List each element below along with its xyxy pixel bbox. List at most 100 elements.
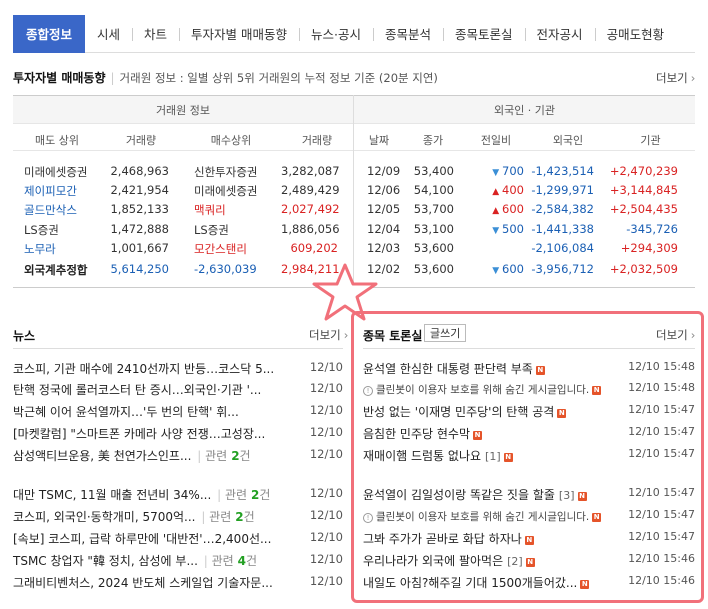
related-count[interactable]: | 관련 2건 [193,449,250,463]
investor-divider [353,95,354,285]
related-count[interactable]: | 관련 4건 [200,554,257,568]
forum-post[interactable]: 내일도 아침?해주길 기대 1500개들어갔... N 12/10 15:46 [363,574,695,594]
broker-buy-name: 신한투자증권 [194,165,258,179]
related-unit: 건 [246,554,258,568]
related-number: 2 [231,449,240,463]
news-item[interactable]: TSMC 창업자 "韓 정치, 삼성에 부... | 관련 4건 12/10 [13,552,343,572]
news-headline-text: 삼성액티브운용, 美 천연가스인프... [13,449,192,463]
tab-0[interactable]: 종합정보 [13,14,86,53]
arrow-up-icon: ▲ [492,187,503,198]
forum-post-title[interactable]: ! 클린봇이 이용자 보호를 위해 숨긴 게시글입니다. N [363,382,602,397]
new-badge-icon: N [535,366,545,375]
forum-post-title[interactable]: 내일도 아침?해주길 기대 1500개들어갔... N [363,574,590,591]
news-headline[interactable]: 박근혜 이어 윤석열까지…'두 번의 탄핵' 휘... [13,403,239,420]
daily-date: 12/09 [367,164,401,178]
news-item[interactable]: 코스피, 외국인·동학개미, 5700억... | 관련 2건 12/10 [13,508,343,528]
news-date: 12/10 [309,508,343,522]
tab-1[interactable]: 시세 [85,15,132,53]
forum-post[interactable]: 재매이햄 드럼통 없나요 [1] N 12/10 15:47 [363,447,695,467]
tab-4[interactable]: 뉴스·공시 [299,15,373,53]
forum-title: 종목 토론실 [363,329,423,343]
tab-5[interactable]: 종목분석 [373,15,443,53]
news-headline[interactable]: [속보] 코스피, 급락 하루만에 '대반전'…2,400선... [13,530,271,547]
daily-foreign: -1,423,514 [531,164,594,178]
news-headline[interactable]: 그래비티벤처스, 2024 반도체 스케일업 기술자문... [13,574,273,591]
forum-post[interactable]: ! 클린봇이 이용자 보호를 위해 숨긴 게시글입니다. N 12/10 15:48 [363,381,695,401]
forum-post[interactable]: 그봐 주가가 곧바로 화답 하자나 N 12/10 15:47 [363,530,695,550]
forum-post-title[interactable]: 그봐 주가가 곧바로 화답 하자나 N [363,530,534,547]
daily-col-header: 기관 [640,134,661,147]
news-headline-text: TSMC 창업자 "韓 정치, 삼성에 부... [13,554,198,568]
news-item[interactable]: 대만 TSMC, 11월 매출 전년비 34%... | 관련 2건 12/10 [13,486,343,506]
forum-post-title-text: 클린봇이 이용자 보호를 위해 숨긴 게시글입니다. [376,384,590,396]
news-item[interactable]: 코스피, 기관 매수에 2410선까지 반등…코스닥 5... 12/10 [13,360,343,380]
forum-post-title-text: 클린봇이 이용자 보호를 위해 숨긴 게시글입니다. [376,511,590,523]
forum-post-title-text: 우리나라가 외국에 팔아먹은 [363,554,504,568]
related-label: 관련 [209,510,232,524]
forum-post-date: 12/10 15:47 [628,508,695,521]
daily-close: 54,100 [413,183,454,198]
news-item[interactable]: 삼성액티브운용, 美 천연가스인프... | 관련 2건 12/10 [13,447,343,467]
forum-post-title[interactable]: 윤석열 한심한 대통령 판단력 부족 N [363,360,545,377]
news-headline[interactable]: 코스피, 외국인·동학개미, 5700억... | 관련 2건 [13,508,255,525]
news-item[interactable]: 그래비티벤처스, 2024 반도체 스케일업 기술자문... 12/10 [13,574,343,594]
news-headline[interactable]: [마켓칼럼] "스마트폰 카메라 사양 전쟁…고성장... [13,425,265,442]
news-item[interactable]: [속보] 코스피, 급락 하루만에 '대반전'…2,400선... 12/10 [13,530,343,550]
tab-3[interactable]: 투자자별 매매동향 [179,15,299,53]
news-date: 12/10 [309,425,343,439]
daily-change-value: 500 [502,221,524,236]
related-count[interactable]: | 관련 2건 [213,488,270,502]
related-count[interactable]: | 관련 2건 [198,510,254,524]
forum-post[interactable]: 윤석열 한심한 대통령 판단력 부족 N 12/10 15:48 [363,360,695,380]
broker-header: 거래원 정보 [155,104,211,117]
forum-post-title[interactable]: 윤석열이 김일성이랑 똑같은 짓을 할줄 [3] N [363,486,587,503]
forum-more-link[interactable]: 더보기 [656,327,695,343]
news-item[interactable]: [마켓칼럼] "스마트폰 카메라 사양 전쟁…고성장... 12/10 [13,425,343,445]
tab-7[interactable]: 전자공시 [524,15,595,53]
news-more-link[interactable]: 더보기 [309,327,348,343]
news-headline[interactable]: 삼성액티브운용, 美 천연가스인프... | 관련 2건 [13,447,251,464]
forum-post-title[interactable]: 반성 없는 '이재명 민주당'의 탄핵 공격 N [363,403,567,420]
related-unit: 건 [239,449,251,463]
daily-col-header: 날짜 [368,134,390,147]
broker-sell-volume: 5,614,250 [110,262,169,276]
broker-sell-name: 미래에셋증권 [24,165,88,179]
broker-sell-volume: 1,001,667 [110,240,169,255]
news-headline[interactable]: 코스피, 기관 매수에 2410선까지 반등…코스닥 5... [13,360,274,377]
forum-post[interactable]: 음침한 민주당 현수막 N 12/10 15:47 [363,425,695,445]
daily-close: 53,100 [413,221,454,236]
daily-change-value: 700 [502,164,524,178]
forum-post[interactable]: 윤석열이 김일성이랑 똑같은 짓을 할줄 [3] N 12/10 15:47 [363,486,695,506]
related-number: 2 [235,510,244,524]
daily-institution: +2,470,239 [609,164,678,178]
tab-8[interactable]: 공매도현황 [594,15,677,53]
forum-post-title[interactable]: 재매이햄 드럼통 없나요 [1] N [363,447,513,464]
related-number: 4 [237,554,247,568]
news-headline[interactable]: 탄핵 정국에 롤러코스터 탄 증시…외국인·기관 '... [13,381,261,398]
forum-post[interactable]: 우리나라가 외국에 팔아먹은 [2] N 12/10 15:46 [363,552,695,572]
daily-foreign: -1,299,971 [531,183,594,198]
news-divider [13,348,343,349]
tab-6[interactable]: 종목토론실 [443,15,525,53]
daily-institution: -345,726 [626,221,678,236]
forum-post-title[interactable]: ! 클린봇이 이용자 보호를 위해 숨긴 게시글입니다. N [363,509,602,524]
daily-institution: +294,309 [620,240,678,255]
news-item[interactable]: 박근혜 이어 윤석열까지…'두 번의 탄핵' 휘... 12/10 [13,403,343,423]
news-date: 12/10 [309,574,343,588]
news-headline-text: 대만 TSMC, 11월 매출 전년비 34%... [13,488,212,502]
broker-sell-volume: 2,421,954 [110,183,169,198]
forum-post-title[interactable]: 음침한 민주당 현수막 N [363,425,482,442]
news-headline[interactable]: TSMC 창업자 "韓 정치, 삼성에 부... | 관련 4건 [13,552,257,569]
investor-more-link[interactable]: 더보기 [656,70,695,86]
write-post-button[interactable]: 글쓰기 [424,324,467,342]
tab-2[interactable]: 차트 [132,15,179,53]
forum-post[interactable]: ! 클린봇이 이용자 보호를 위해 숨긴 게시글입니다. N 12/10 15:47 [363,508,695,528]
daily-date: 12/04 [367,221,401,236]
news-headline[interactable]: 대만 TSMC, 11월 매출 전년비 34%... | 관련 2건 [13,486,270,503]
forum-post[interactable]: 반성 없는 '이재명 민주당'의 탄핵 공격 N 12/10 15:47 [363,403,695,423]
forum-post-title[interactable]: 우리나라가 외국에 팔아먹은 [2] N [363,552,535,569]
investor-desc: 거래원 정보 : 일별 상위 5위 거래원의 누적 정보 기준 (20분 지연) [119,71,438,85]
news-item[interactable]: 탄핵 정국에 롤러코스터 탄 증시…외국인·기관 '... 12/10 [13,381,343,401]
investor-section-title: 투자자별 매매동향 | 거래원 정보 : 일별 상위 5위 거래원의 누적 정보 기… [13,71,438,85]
news-date: 12/10 [309,486,343,500]
